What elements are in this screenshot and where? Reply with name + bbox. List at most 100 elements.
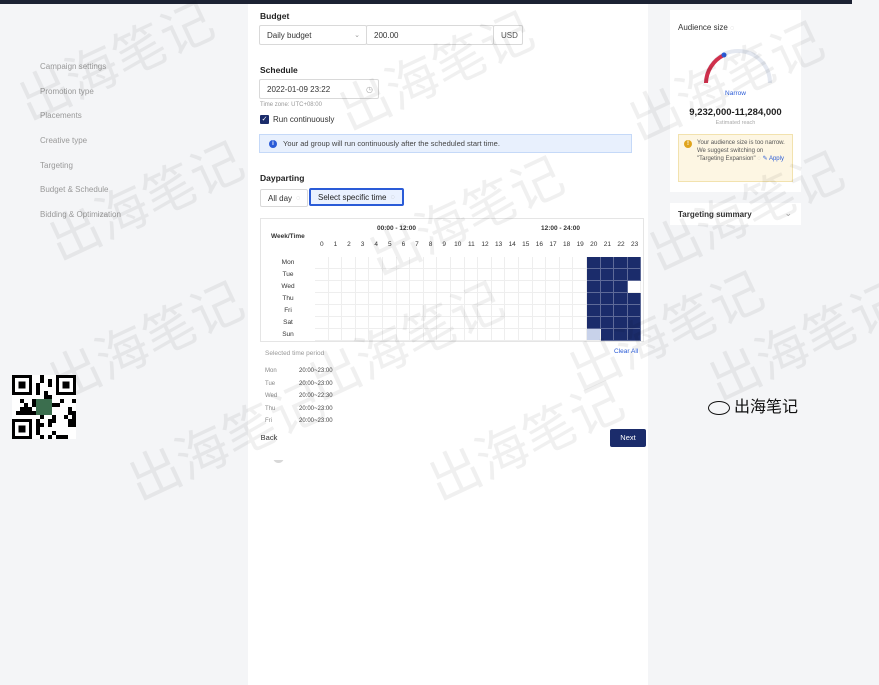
time-slot-cell[interactable]: [451, 269, 465, 281]
time-slot-cell[interactable]: [559, 257, 574, 269]
time-slot-cell[interactable]: [383, 305, 397, 317]
time-slot-cell[interactable]: [342, 293, 356, 305]
sidebar-item-bidding-optimization[interactable]: Bidding & Optimization: [0, 204, 121, 224]
time-slot-cell[interactable]: [423, 281, 438, 293]
time-slot-cell[interactable]: [546, 269, 560, 281]
time-slot-cell[interactable]: [600, 305, 615, 317]
time-slot-cell[interactable]: [464, 269, 479, 281]
time-slot-cell[interactable]: [600, 257, 615, 269]
time-slot-cell[interactable]: [464, 257, 479, 269]
time-slot-cell[interactable]: [355, 281, 370, 293]
time-slot-cell[interactable]: [559, 305, 574, 317]
time-slot-cell[interactable]: [532, 293, 547, 305]
time-slot-cell[interactable]: [627, 281, 642, 293]
time-slot-cell[interactable]: [491, 269, 506, 281]
time-slot-cell[interactable]: [342, 329, 356, 341]
time-slot-cell[interactable]: [505, 305, 519, 317]
time-slot-cell[interactable]: [355, 257, 370, 269]
time-slot-cell[interactable]: [573, 293, 587, 305]
time-slot-cell[interactable]: [423, 317, 438, 329]
time-slot-cell[interactable]: [423, 257, 438, 269]
time-slot-cell[interactable]: [491, 293, 506, 305]
time-slot-cell[interactable]: [383, 281, 397, 293]
time-slot-cell[interactable]: [573, 281, 587, 293]
sidebar-item-targeting[interactable]: Targeting: [0, 155, 73, 175]
time-slot-cell[interactable]: [559, 317, 574, 329]
time-slot-cell[interactable]: [600, 269, 615, 281]
time-slot-cell[interactable]: [423, 269, 438, 281]
time-slot-cell[interactable]: [614, 281, 628, 293]
time-slot-cell[interactable]: [464, 293, 479, 305]
time-slot-cell[interactable]: [355, 317, 370, 329]
time-slot-cell[interactable]: [328, 257, 343, 269]
apply-link[interactable]: ✎ Apply: [763, 156, 784, 162]
time-slot-cell[interactable]: [546, 257, 560, 269]
time-slot-cell[interactable]: [519, 305, 533, 317]
time-slot-cell[interactable]: [423, 329, 438, 341]
time-slot-cell[interactable]: [505, 293, 519, 305]
time-slot-cell[interactable]: [328, 269, 343, 281]
time-slot-cell[interactable]: [505, 281, 519, 293]
time-slot-cell[interactable]: [587, 281, 601, 293]
time-slot-cell[interactable]: [491, 317, 506, 329]
time-slot-cell[interactable]: [519, 257, 533, 269]
time-slot-cell[interactable]: [600, 317, 615, 329]
time-slot-cell[interactable]: [328, 293, 343, 305]
time-slot-cell[interactable]: [573, 329, 587, 341]
time-slot-cell[interactable]: [410, 305, 424, 317]
sidebar-item-campaign-settings[interactable]: Campaign settings: [0, 56, 106, 76]
time-slot-cell[interactable]: [396, 293, 411, 305]
time-slot-cell[interactable]: [627, 269, 642, 281]
time-slot-cell[interactable]: [478, 293, 492, 305]
time-slot-cell[interactable]: [491, 281, 506, 293]
time-slot-cell[interactable]: [600, 329, 615, 341]
time-slot-cell[interactable]: [383, 317, 397, 329]
time-slot-cell[interactable]: [587, 329, 601, 341]
time-slot-cell[interactable]: [532, 257, 547, 269]
time-slot-cell[interactable]: [383, 257, 397, 269]
time-slot-cell[interactable]: [396, 269, 411, 281]
next-button[interactable]: Next: [610, 429, 646, 447]
time-slot-cell[interactable]: [532, 269, 547, 281]
time-slot-cell[interactable]: [437, 305, 451, 317]
back-button[interactable]: Back: [256, 430, 282, 446]
time-slot-cell[interactable]: [464, 305, 479, 317]
time-slot-cell[interactable]: [315, 281, 329, 293]
time-slot-cell[interactable]: [451, 305, 465, 317]
time-slot-cell[interactable]: [478, 317, 492, 329]
time-slot-cell[interactable]: [315, 329, 329, 341]
time-slot-cell[interactable]: [355, 305, 370, 317]
time-slot-cell[interactable]: [587, 269, 601, 281]
time-slot-cell[interactable]: [451, 257, 465, 269]
time-slot-cell[interactable]: [614, 329, 628, 341]
schedule-datetime-picker[interactable]: 2022-01-09 23:22 ◷: [259, 79, 379, 99]
time-slot-cell[interactable]: [410, 281, 424, 293]
time-slot-cell[interactable]: [369, 281, 383, 293]
time-slot-cell[interactable]: [328, 305, 343, 317]
time-slot-cell[interactable]: [532, 329, 547, 341]
time-slot-cell[interactable]: [315, 317, 329, 329]
time-slot-cell[interactable]: [519, 293, 533, 305]
time-slot-cell[interactable]: [627, 293, 642, 305]
time-slot-cell[interactable]: [383, 329, 397, 341]
run-continuously-checkbox[interactable]: ✓: [260, 115, 269, 124]
time-slot-cell[interactable]: [315, 269, 329, 281]
time-slot-cell[interactable]: [451, 329, 465, 341]
time-slot-cell[interactable]: [342, 269, 356, 281]
time-slot-cell[interactable]: [342, 257, 356, 269]
time-slot-cell[interactable]: [600, 281, 615, 293]
time-slot-cell[interactable]: [614, 305, 628, 317]
time-slot-cell[interactable]: [355, 329, 370, 341]
time-slot-cell[interactable]: [600, 293, 615, 305]
time-slot-cell[interactable]: [546, 281, 560, 293]
select-specific-time-option[interactable]: Select specific time ◌: [309, 188, 404, 206]
time-slot-cell[interactable]: [369, 257, 383, 269]
time-slot-cell[interactable]: [627, 305, 642, 317]
budget-type-select[interactable]: Daily budget ⌄: [259, 25, 367, 45]
time-slot-cell[interactable]: [342, 317, 356, 329]
time-slot-cell[interactable]: [491, 305, 506, 317]
time-slot-cell[interactable]: [396, 305, 411, 317]
budget-amount-input[interactable]: 200.00: [366, 25, 494, 45]
time-slot-cell[interactable]: [478, 329, 492, 341]
time-slot-cell[interactable]: [396, 317, 411, 329]
